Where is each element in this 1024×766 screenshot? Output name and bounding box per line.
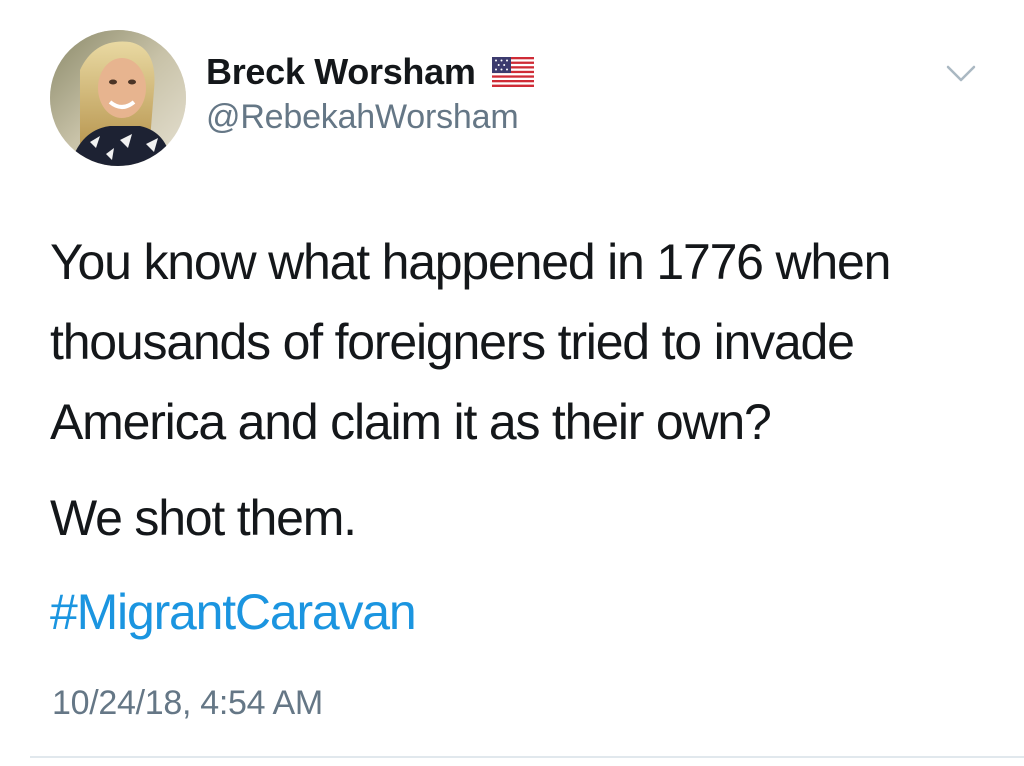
profile-photo-icon xyxy=(50,30,186,166)
avatar[interactable] xyxy=(50,30,186,166)
divider xyxy=(30,756,1024,758)
tweet-paragraph-1: You know what happened in 1776 when thou… xyxy=(50,222,990,462)
author-name-row: Breck Worsham xyxy=(206,50,534,94)
hashtag-link[interactable]: #MigrantCaravan xyxy=(50,572,990,652)
display-name[interactable]: Breck Worsham xyxy=(206,51,476,93)
tweet-line: America and claim it as their own? xyxy=(50,394,772,450)
tweet-timestamp[interactable]: 10/24/18, 4:54 AM xyxy=(52,684,323,723)
tweet-text: You know what happened in 1776 when thou… xyxy=(50,222,990,652)
us-flag-icon xyxy=(491,57,534,87)
tweet-card: Breck Worsham @RebekahWorsham You know w… xyxy=(0,0,1024,766)
tweet-line: You know what happened in 1776 when xyxy=(50,234,891,290)
tweet-paragraph-2: We shot them. xyxy=(50,490,357,546)
tweet-line: thousands of foreigners tried to invade xyxy=(50,314,855,370)
chevron-down-icon[interactable] xyxy=(945,62,977,84)
username-handle[interactable]: @RebekahWorsham xyxy=(206,98,519,137)
